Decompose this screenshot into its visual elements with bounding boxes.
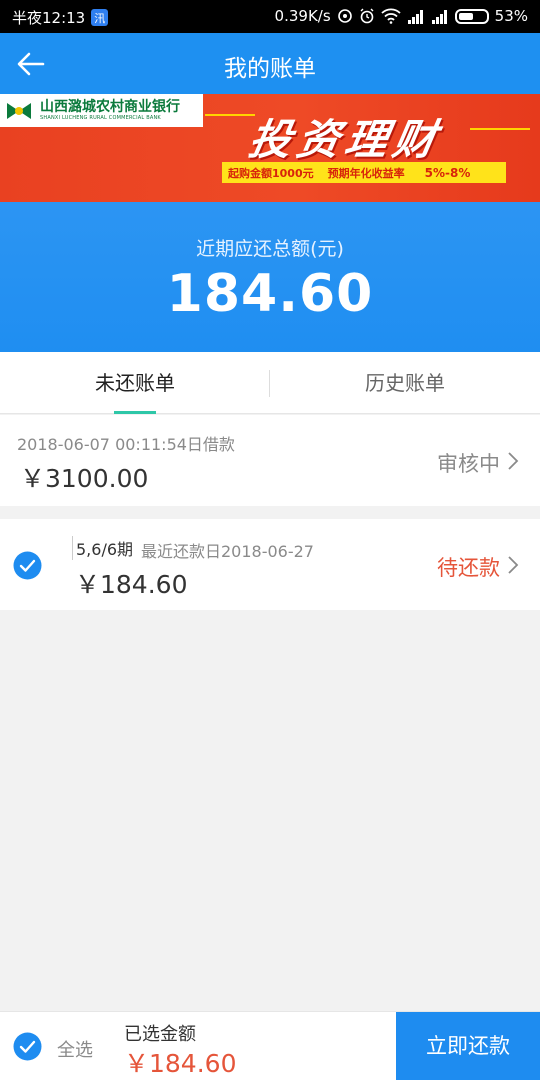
hotspot-icon bbox=[337, 9, 352, 23]
promo-info-bar: 起购金额1000元 预期年化收益率 5%-8% bbox=[222, 162, 506, 183]
bill-item[interactable]: 2018-06-07 00:11:54日借款 ￥3100.00 审核中 bbox=[0, 415, 540, 506]
summary-amount: 184.60 bbox=[166, 264, 374, 324]
signal-icon-2 bbox=[431, 9, 447, 24]
banner-decoration bbox=[205, 114, 255, 116]
network-speed: 0.39K/s bbox=[274, 7, 331, 25]
repayment-summary: 近期应还总额(元) 184.60 bbox=[0, 202, 540, 352]
tab-history-bills[interactable]: 历史账单 bbox=[270, 352, 540, 414]
chevron-right-icon bbox=[508, 452, 519, 470]
bill-amount: ￥3100.00 bbox=[20, 464, 149, 493]
bank-logo-icon bbox=[7, 102, 31, 119]
select-all-label[interactable]: 全选 bbox=[57, 1036, 93, 1062]
bill-status: 待还款 bbox=[437, 556, 500, 580]
tab-unpaid-bills[interactable]: 未还账单 bbox=[0, 352, 270, 414]
bill-item[interactable]: 5,6/6期 最近还款日2018-06-27 ￥184.60 待还款 bbox=[0, 519, 540, 610]
pay-now-button[interactable]: 立即还款 bbox=[396, 1012, 540, 1080]
select-all-checkbox-icon[interactable] bbox=[13, 1032, 42, 1061]
promo-rate-value: 5%-8% bbox=[424, 165, 471, 180]
bank-brand: 山西潞城农村商业银行 SHANXI LUCHENG RURAL COMMERCI… bbox=[0, 94, 203, 127]
status-bar: 半夜12:13 汛 0.39K/s 53% bbox=[0, 0, 540, 33]
chevron-right-icon bbox=[508, 556, 519, 574]
app-header: 我的账单 bbox=[0, 33, 540, 94]
wifi-icon bbox=[381, 8, 401, 24]
bank-name: 山西潞城农村商业银行 bbox=[40, 98, 180, 115]
battery-percent: 53% bbox=[494, 7, 528, 25]
bottom-action-bar: 全选 已选金额 ￥184.60 立即还款 bbox=[0, 1011, 540, 1080]
status-right: 0.39K/s 53% bbox=[275, 7, 528, 25]
tab-label: 历史账单 bbox=[365, 371, 445, 395]
banner-slogan: 投资理财 bbox=[245, 115, 446, 164]
installment-period: 5,6/6期 bbox=[72, 536, 133, 560]
tab-label: 未还账单 bbox=[95, 371, 175, 395]
status-left: 半夜12:13 汛 bbox=[12, 7, 109, 28]
battery-icon bbox=[454, 8, 489, 24]
active-tab-indicator bbox=[114, 411, 156, 414]
promo-banner[interactable]: 山西潞城农村商业银行 SHANXI LUCHENG RURAL COMMERCI… bbox=[0, 94, 540, 202]
notification-app-icon: 汛 bbox=[91, 9, 109, 26]
status-time: 半夜12:13 bbox=[12, 9, 86, 27]
banner-decoration bbox=[470, 128, 530, 130]
selected-amount-label: 已选金额 bbox=[124, 1024, 196, 1045]
bill-amount: ￥184.60 bbox=[75, 570, 188, 599]
selected-amount: ￥184.60 bbox=[124, 1049, 237, 1078]
promo-min-amount: 起购金额1000元 bbox=[228, 166, 314, 180]
bank-name-en: SHANXI LUCHENG RURAL COMMERCIAL BANK bbox=[40, 114, 161, 121]
promo-rate-label: 预期年化收益率 bbox=[327, 166, 405, 180]
page-title: 我的账单 bbox=[224, 56, 316, 82]
loan-date: 2018-06-07 00:11:54日借款 bbox=[17, 435, 235, 454]
signal-icon-1 bbox=[407, 9, 423, 24]
bill-status: 审核中 bbox=[437, 452, 500, 476]
alarm-icon bbox=[360, 8, 374, 24]
summary-label: 近期应还总额(元) bbox=[196, 238, 344, 260]
due-date: 最近还款日2018-06-27 bbox=[141, 542, 314, 561]
bill-tabs: 未还账单 历史账单 bbox=[0, 352, 540, 414]
checkbox-checked-icon[interactable] bbox=[13, 551, 42, 580]
